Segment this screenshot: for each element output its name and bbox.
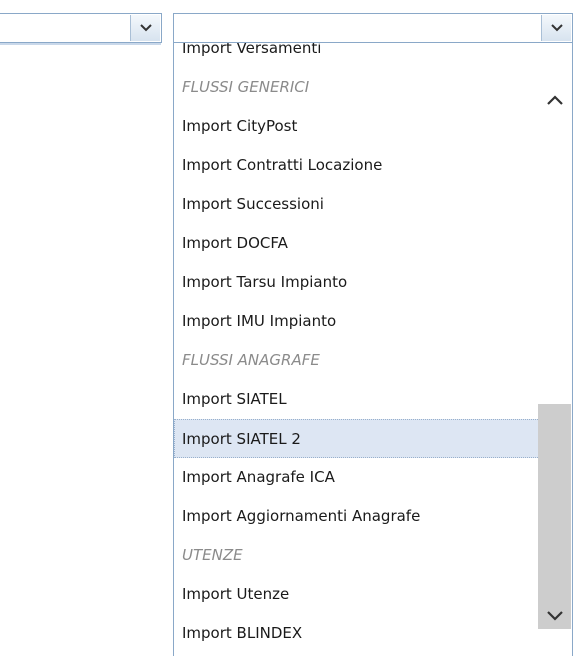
chevron-down-icon [546, 611, 563, 621]
dropdown-option[interactable]: Import DOCFA [174, 224, 540, 263]
chevron-up-icon [546, 95, 563, 105]
right-combobox-trigger[interactable] [541, 15, 571, 41]
dropdown-option[interactable]: Import SIATEL [174, 380, 540, 419]
dropdown-group-header: UTENZE [182, 546, 243, 564]
dropdown-option[interactable]: Import IMU Impianto [174, 302, 540, 341]
scroll-down-button[interactable] [538, 601, 571, 631]
scroll-up-button[interactable] [538, 85, 571, 115]
chevron-down-icon [550, 24, 563, 32]
dropdown-option[interactable]: Import Anagrafe ICA [174, 458, 540, 497]
left-combobox-trigger[interactable] [130, 15, 160, 41]
dropdown-option[interactable]: Import Utenze [174, 575, 540, 614]
scrollbar[interactable] [538, 43, 571, 656]
dropdown-group-header: FLUSSI GENERICI [182, 78, 310, 96]
dropdown-option[interactable]: Import Aggiornamenti Anagrafe [174, 497, 540, 536]
dropdown-list[interactable]: Import Versamenti FLUSSI GENERICI Import C… [173, 43, 573, 656]
dropdown-option[interactable]: Import Versamenti [174, 43, 540, 68]
dropdown-items: Import Versamenti FLUSSI GENERICI Import C… [174, 43, 540, 653]
dropdown-option[interactable]: Import CityPost [174, 107, 540, 146]
dropdown-option[interactable]: Import Contratti Locazione [174, 146, 540, 185]
left-combobox[interactable] [0, 13, 162, 43]
scrollbar-thumb[interactable] [538, 404, 571, 629]
left-combobox-shadow [0, 43, 161, 45]
chevron-down-icon [139, 24, 152, 32]
dropdown-option[interactable]: Import Tarsu Impianto [174, 263, 540, 302]
dropdown-group-header: FLUSSI ANAGRAFE [182, 351, 320, 369]
dropdown-option[interactable]: Import SIATEL 2 [174, 419, 540, 458]
dropdown-option[interactable]: Import Successioni [174, 185, 540, 224]
right-combobox[interactable] [173, 13, 573, 43]
dropdown-option[interactable]: Import BLINDEX [174, 614, 540, 653]
